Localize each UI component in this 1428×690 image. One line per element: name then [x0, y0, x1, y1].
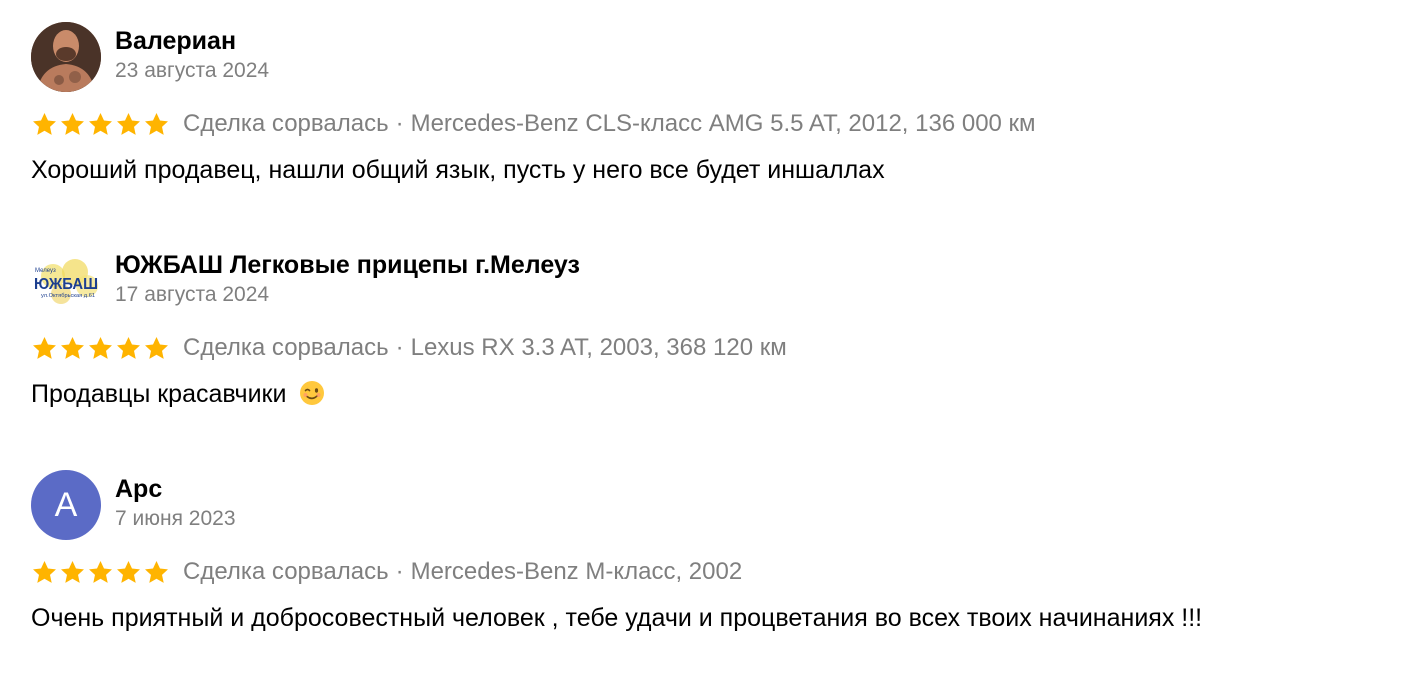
star-icon: [145, 112, 168, 135]
letter-avatar[interactable]: А: [31, 470, 101, 540]
star-icon: [61, 560, 84, 583]
star-icon: [33, 560, 56, 583]
review-meta: Сделка сорвалась · Mercedes-Benz M-класс…: [31, 556, 1401, 588]
author-name[interactable]: Валериан: [115, 26, 269, 56]
rating-stars: [31, 111, 171, 138]
star-icon: [61, 112, 84, 135]
author-name[interactable]: ЮЖБАШ Легковые прицепы г.Мелеуз: [115, 250, 580, 280]
review-text: Продавцы красавчики: [31, 378, 1401, 410]
star-icon: [145, 336, 168, 359]
logo-bottom-text: ул.Октябрьская д.61: [41, 293, 95, 299]
reviews-list: Валериан 23 августа 2024 Сделка сорвалас…: [0, 0, 1428, 690]
rating-stars: [31, 559, 171, 586]
meta-separator: ·: [395, 334, 404, 361]
review-text-content: Хороший продавец, нашли общий язык, пуст…: [31, 156, 885, 184]
star-icon: [117, 336, 140, 359]
review-header: А Арс 7 июня 2023: [31, 470, 1401, 540]
review-item: Валериан 23 августа 2024 Сделка сорвалас…: [31, 22, 1401, 186]
star-icon: [117, 112, 140, 135]
yuzhbash-logo-icon: Мелеуз ЮЖБАШ ул.Октябрьская д.61: [31, 246, 101, 316]
review-item: А Арс 7 июня 2023 Сделка сорвалась · Mer…: [31, 470, 1401, 634]
review-date: 17 августа 2024: [115, 283, 270, 306]
vehicle-info[interactable]: Mercedes-Benz M-класс, 2002: [411, 558, 743, 586]
star-icon: [33, 336, 56, 359]
author-block: Арс 7 июня 2023: [115, 470, 236, 532]
author-block: Валериан 23 августа 2024: [115, 22, 269, 84]
meta-separator: ·: [395, 558, 404, 585]
user-photo-avatar[interactable]: [31, 22, 101, 92]
star-icon: [117, 560, 140, 583]
star-icon: [145, 560, 168, 583]
logo-main-text: ЮЖБАШ: [34, 276, 98, 293]
review-meta: Сделка сорвалась · Lexus RX 3.3 AT, 2003…: [31, 332, 1401, 364]
deal-status: Сделка сорвалась: [183, 110, 389, 137]
rating-stars: [31, 335, 171, 362]
review-header: Валериан 23 августа 2024: [31, 22, 1401, 92]
review-item: Мелеуз ЮЖБАШ ул.Октябрьская д.61 ЮЖБАШ Л…: [31, 246, 1401, 410]
star-icon: [33, 112, 56, 135]
meta-separator: ·: [395, 110, 404, 137]
logo-top-text: Мелеуз: [35, 268, 56, 274]
user-photo-icon: [31, 22, 101, 92]
review-date: 7 июня 2023: [115, 507, 236, 530]
review-text-content: Продавцы красавчики: [31, 380, 287, 408]
deal-status: Сделка сорвалась: [183, 334, 389, 361]
author-block: ЮЖБАШ Легковые прицепы г.Мелеуз 17 авгус…: [115, 246, 580, 308]
vehicle-info[interactable]: Lexus RX 3.3 AT, 2003, 368 120 км: [411, 334, 787, 362]
star-icon: [89, 336, 112, 359]
review-meta: Сделка сорвалась · Mercedes-Benz CLS-кла…: [31, 108, 1401, 140]
author-name[interactable]: Арс: [115, 474, 236, 504]
review-text: Хороший продавец, нашли общий язык, пуст…: [31, 154, 1401, 186]
review-date: 23 августа 2024: [115, 59, 270, 82]
review-text-content: Очень приятный и добросовестный человек …: [31, 604, 1203, 632]
vehicle-info[interactable]: Mercedes-Benz CLS-класс AMG 5.5 AT, 2012…: [411, 110, 1036, 138]
star-icon: [89, 560, 112, 583]
company-logo-avatar[interactable]: Мелеуз ЮЖБАШ ул.Октябрьская д.61: [31, 246, 101, 316]
deal-status: Сделка сорвалась: [183, 558, 389, 585]
winking-face-emoji-icon: [300, 381, 325, 405]
review-text: Очень приятный и добросовестный человек …: [31, 602, 1401, 634]
star-icon: [61, 336, 84, 359]
review-header: Мелеуз ЮЖБАШ ул.Октябрьская д.61 ЮЖБАШ Л…: [31, 246, 1401, 316]
star-icon: [89, 112, 112, 135]
